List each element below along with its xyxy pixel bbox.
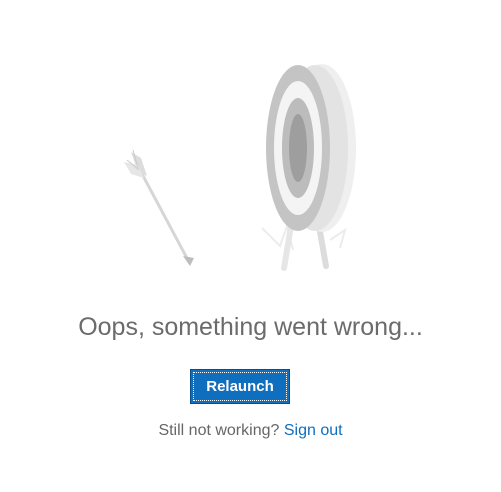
- help-line: Still not working? Sign out: [0, 420, 501, 442]
- help-prompt: Still not working?: [158, 422, 280, 439]
- relaunch-button[interactable]: Relaunch: [190, 369, 290, 404]
- target-with-missed-arrow-illustration: [124, 64, 356, 271]
- target-icon: [261, 64, 356, 271]
- arrow-icon: [124, 149, 194, 266]
- error-title: Oops, something went wrong...: [78, 313, 423, 341]
- sign-out-link[interactable]: Sign out: [284, 422, 343, 439]
